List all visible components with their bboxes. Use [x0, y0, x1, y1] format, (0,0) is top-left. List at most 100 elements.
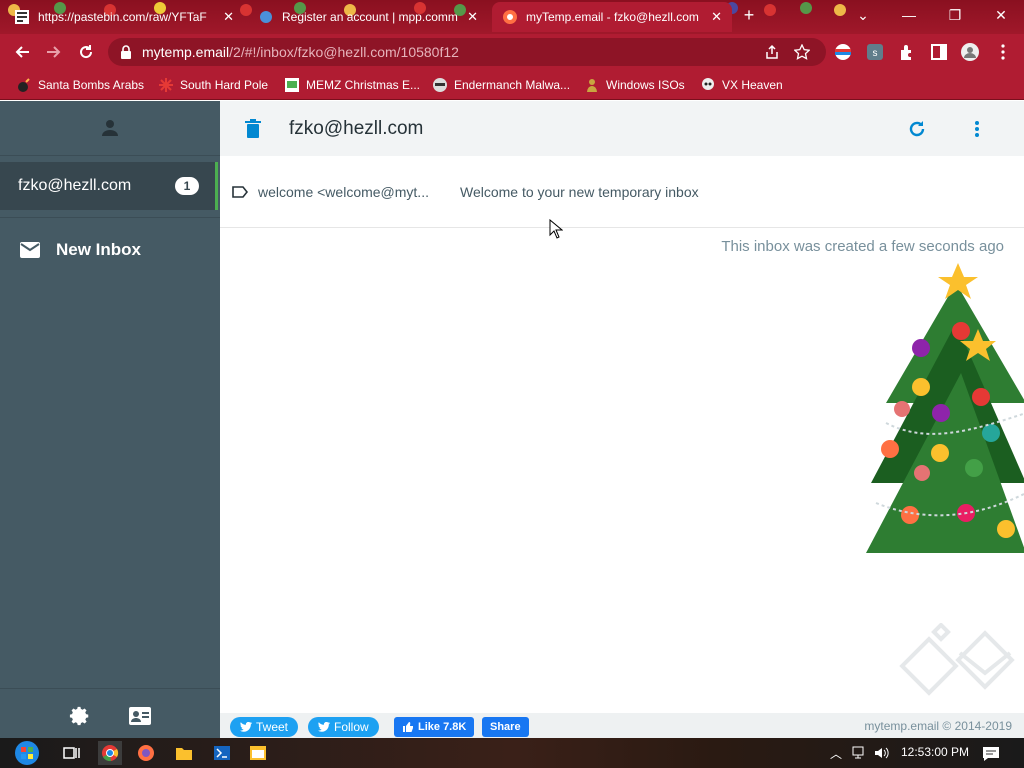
task-view-button[interactable]: [60, 741, 84, 765]
inbox-title: fzko@hezll.com: [289, 118, 424, 139]
bookmark-item[interactable]: MEMZ Christmas E...: [284, 76, 420, 94]
taskbar-powershell[interactable]: [210, 741, 234, 765]
forward-button[interactable]: [42, 40, 66, 64]
windows-start-orb-icon: [15, 741, 39, 765]
tray-chevron-up-icon[interactable]: ︿: [830, 745, 842, 762]
url-text: mytemp.email/2/#!/inbox/fzko@hezll.com/1…: [142, 44, 459, 60]
arrow-left-icon: [15, 46, 29, 58]
taskbar-app[interactable]: [246, 741, 270, 765]
bookmark-item[interactable]: Santa Bombs Arabs: [16, 76, 144, 94]
url-host: mytemp.email: [142, 44, 230, 60]
share-icon[interactable]: [764, 44, 780, 60]
bookmark-label: Windows ISOs: [606, 78, 685, 92]
browser-tab-strip: https://pastebin.com/raw/YFTaF ✕ Registe…: [0, 0, 1024, 34]
tab-pastebin[interactable]: https://pastebin.com/raw/YFTaF ✕: [4, 2, 244, 32]
restore-button[interactable]: ❐: [932, 0, 978, 30]
sidebar-divider: [0, 217, 220, 218]
more-vert-icon[interactable]: [966, 118, 988, 140]
back-button[interactable]: [10, 40, 34, 64]
new-inbox-label: New Inbox: [56, 240, 142, 259]
mytemp-logo-watermark: [899, 623, 1015, 696]
firefox-icon: [138, 745, 154, 761]
tab-search-chevron-down-icon[interactable]: ⌄: [840, 0, 886, 30]
taskbar-firefox[interactable]: [134, 741, 158, 765]
facebook-share-button[interactable]: Share: [482, 717, 529, 737]
volume-icon[interactable]: [874, 746, 890, 760]
settings-gear-icon[interactable]: [68, 705, 92, 727]
sidebar-header: [0, 101, 220, 156]
bookmark-star-icon[interactable]: [794, 44, 810, 60]
inbox-main: fzko@hezll.com welcome <welcome@myt... W…: [220, 101, 1024, 738]
s-extension-icon[interactable]: s: [866, 43, 884, 61]
facebook-like-button[interactable]: Like 7.8K: [394, 717, 475, 737]
bookmark-label: Santa Bombs Arabs: [38, 78, 145, 92]
side-panel-icon[interactable]: [930, 43, 948, 61]
message-subject: Welcome to your new temporary inbox: [460, 183, 699, 200]
more-menu-icon[interactable]: [994, 43, 1012, 61]
person-icon: [587, 79, 597, 92]
inbox-address: fzko@hezll.com: [18, 177, 132, 194]
taskbar-file-explorer[interactable]: [172, 741, 196, 765]
bookmark-item[interactable]: Windows ISOs: [584, 76, 685, 94]
skull-icon: [702, 78, 714, 90]
start-button[interactable]: [12, 741, 42, 765]
notifications-icon[interactable]: [982, 746, 1000, 762]
tab-register[interactable]: Register an account | mpp.comm ✕: [248, 2, 488, 32]
new-inbox-button[interactable]: New Inbox: [0, 231, 220, 269]
label-tag-icon: [232, 185, 248, 198]
taskbar-chrome[interactable]: [98, 741, 122, 765]
contact-card-icon[interactable]: [128, 705, 152, 727]
minimize-button[interactable]: —: [886, 0, 932, 30]
refresh-icon[interactable]: [906, 118, 928, 140]
page-icon: [285, 78, 299, 92]
close-tab-icon[interactable]: ✕: [711, 9, 722, 25]
snowflake-icon: [159, 78, 173, 92]
url-path: /2/#!/inbox/fzko@hezll.com/10580f12: [229, 44, 459, 60]
address-bar[interactable]: mytemp.email/2/#!/inbox/fzko@hezll.com/1…: [108, 38, 826, 66]
reload-icon: [80, 45, 93, 59]
bookmark-label: VX Heaven: [722, 78, 783, 92]
share-label: Share: [490, 721, 521, 733]
bookmark-item[interactable]: South Hard Pole: [158, 76, 268, 94]
bookmarks-bar: Santa Bombs Arabs South Hard Pole MEMZ C…: [0, 70, 1024, 100]
new-tab-button[interactable]: +: [738, 5, 760, 26]
bookmark-item[interactable]: Endermanch Malwa...: [432, 76, 570, 94]
bookmark-label: Endermanch Malwa...: [454, 78, 571, 92]
sidebar-footer: [0, 688, 220, 738]
close-tab-icon[interactable]: ✕: [223, 9, 234, 25]
chrome-icon: [102, 745, 119, 762]
sidebar-inbox-item[interactable]: fzko@hezll.com 1: [0, 162, 218, 210]
profile-avatar-icon[interactable]: [960, 42, 980, 62]
follow-label: Follow: [334, 720, 369, 734]
powershell-icon: [214, 746, 230, 760]
inbox-header: fzko@hezll.com: [220, 101, 1024, 156]
globe-favicon-icon: [260, 11, 272, 23]
windows-taskbar: ︿ 12:53:00 PM: [0, 738, 1024, 768]
puzzle-extensions-icon[interactable]: [898, 43, 916, 61]
christmas-tree-decoration: [866, 263, 1024, 553]
svg-text:s: s: [873, 48, 878, 59]
bookmark-label: South Hard Pole: [180, 78, 269, 92]
tweet-button[interactable]: Tweet: [230, 717, 299, 737]
sidebar: fzko@hezll.com 1 New Inbox: [0, 101, 220, 738]
follow-button[interactable]: Follow: [308, 717, 379, 737]
delete-trash-icon[interactable]: [242, 118, 264, 140]
tab-title: https://pastebin.com/raw/YFTaF: [38, 10, 207, 24]
network-icon[interactable]: [852, 746, 868, 760]
taskbar-clock[interactable]: 12:53:00 PM: [901, 745, 969, 759]
thumbs-up-icon: [403, 722, 413, 732]
arrow-right-icon: [47, 46, 61, 58]
flag-extension-icon[interactable]: [834, 43, 852, 61]
reload-button[interactable]: [74, 40, 98, 64]
tweet-label: Tweet: [256, 720, 289, 734]
tab-mytemp[interactable]: myTemp.email - fzko@hezll.com ✕: [492, 2, 732, 32]
close-window-button[interactable]: ✕: [978, 0, 1024, 30]
account-person-icon[interactable]: [100, 118, 120, 138]
bookmark-item[interactable]: VX Heaven: [700, 76, 783, 94]
folder-icon: [176, 748, 192, 760]
close-tab-icon[interactable]: ✕: [467, 9, 478, 25]
twitter-bird-icon: [318, 722, 330, 732]
message-row[interactable]: welcome <welcome@myt... Welcome to your …: [220, 156, 1024, 228]
tab-title: Register an account | mpp.comm: [282, 10, 458, 24]
inbox-created-note: This inbox was created a few seconds ago: [721, 238, 1004, 255]
